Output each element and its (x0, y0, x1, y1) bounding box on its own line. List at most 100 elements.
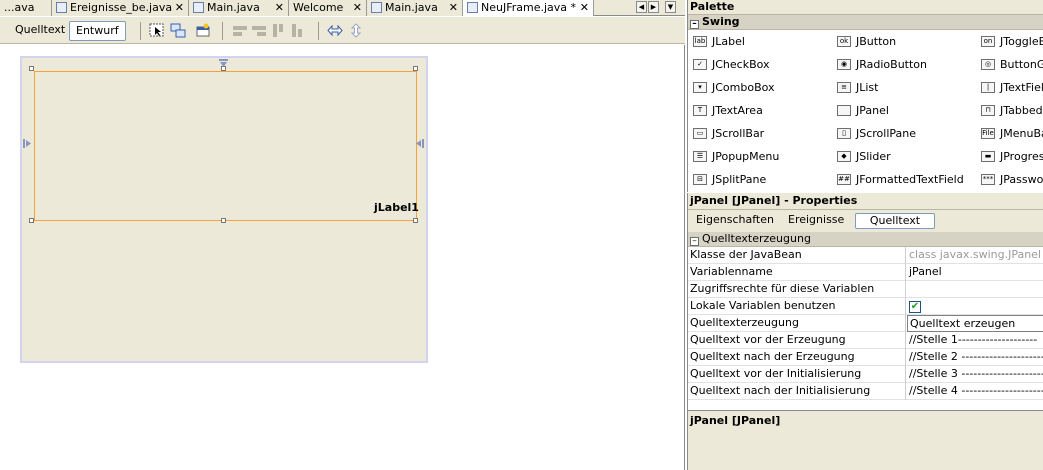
collapse-icon[interactable]: – (690, 237, 699, 246)
palette-category-swing[interactable]: – Swing (688, 15, 1043, 30)
palette-item[interactable]: ◆ JSlider (837, 147, 891, 167)
design-canvas[interactable]: jLabel1 (0, 45, 685, 470)
palette-item[interactable]: JPanel (837, 101, 889, 121)
resize-handle[interactable] (29, 66, 34, 71)
connection-mode-icon[interactable] (170, 23, 186, 38)
editor-tab-active[interactable]: NeuJFrame.java * ✕ (463, 0, 594, 16)
local-variables-checkbox[interactable]: ✔ (909, 301, 921, 313)
property-row[interactable]: Variablenname jPanel (688, 264, 1043, 281)
scroll-right-icon[interactable]: ▶ (648, 1, 659, 13)
resize-vertical-icon[interactable] (348, 23, 364, 38)
close-icon[interactable]: ✕ (353, 0, 362, 15)
property-row[interactable]: Lokale Variablen benutzen ✔ (688, 298, 1043, 315)
palette-item[interactable]: ◉ JRadioButton (837, 55, 927, 75)
property-section-header[interactable]: – Quelltexterzeugung (688, 232, 1043, 247)
palette-item[interactable]: ▭ JScrollBar (693, 124, 764, 144)
palette-item[interactable]: ☰ JPopupMenu (693, 147, 779, 167)
resize-handle[interactable] (413, 66, 418, 71)
property-row[interactable]: Klasse der JavaBean class javax.swing.JPa… (688, 247, 1043, 264)
palette-item[interactable]: ≡ JList (837, 78, 878, 98)
palette-item[interactable]: ▾ JComboBox (693, 78, 775, 98)
tab-quelltext[interactable]: Quelltext (855, 213, 935, 229)
align-right-icon[interactable] (251, 23, 267, 38)
anchor-right-icon[interactable] (415, 139, 424, 148)
text-area-icon: T (693, 105, 707, 116)
palette-item[interactable]: ⊓ JTabbedPane (981, 101, 1043, 121)
palette-item[interactable]: T JTextArea (693, 101, 763, 121)
property-row[interactable]: Quelltext nach der Initialisierung//Stel… (688, 383, 1043, 400)
anchor-left-icon[interactable] (23, 139, 32, 148)
property-value[interactable]: //Stelle 2 ---------------------ja (907, 349, 1043, 366)
palette-item[interactable]: | JTextField (981, 78, 1043, 98)
close-icon[interactable]: ✕ (275, 0, 284, 15)
property-row[interactable]: Quelltext nach der Erzeugung//Stelle 2 -… (688, 349, 1043, 366)
palette-item-label: JButton (856, 35, 897, 48)
toolbar-separator (140, 22, 141, 40)
palette-item-label: JProgressBar (1000, 150, 1043, 163)
code-generation-dropdown[interactable]: Quelltext erzeugen (907, 315, 1043, 332)
tab-eigenschaften[interactable]: Eigenschaften (690, 213, 780, 229)
design-toggle-button[interactable]: Entwurf (69, 21, 126, 41)
label-icon: lab (693, 36, 707, 47)
property-row[interactable]: Quelltext vor der Initialisierung//Stell… (688, 366, 1043, 383)
palette-item[interactable]: ## JFormattedTextField (837, 170, 964, 190)
property-row[interactable]: Zugriffsrechte für diese Variablen (688, 281, 1043, 298)
property-value[interactable]: jPanel (907, 264, 1043, 281)
editor-tab[interactable]: ...ava (0, 0, 52, 16)
tab-label: Main.java (207, 1, 260, 14)
palette-item[interactable]: ⊟ JSplitPane (693, 170, 766, 190)
property-row[interactable]: Quelltexterzeugung Quelltext erzeugen (688, 315, 1043, 332)
tab-list-dropdown-icon[interactable]: ▼ (665, 1, 676, 13)
property-value[interactable]: //Stelle 4 --------------------- (907, 383, 1043, 400)
align-left-icon[interactable] (232, 23, 248, 38)
palette-item[interactable]: ▬ JProgressBar (981, 147, 1043, 167)
palette-item[interactable]: ok JButton (837, 32, 896, 52)
property-row[interactable]: Quelltext vor der Erzeugung//Stelle 1---… (688, 332, 1043, 349)
toggle-button-icon: on (981, 36, 995, 47)
editor-tab[interactable]: Main.java ✕ (189, 0, 289, 16)
scroll-left-icon[interactable]: ◀ (636, 1, 647, 13)
property-name: Lokale Variablen benutzen (690, 298, 906, 315)
close-icon[interactable]: ✕ (449, 0, 458, 15)
close-icon[interactable]: ✕ (580, 0, 589, 15)
editor-tab[interactable]: Main.java ✕ (367, 0, 463, 16)
align-bottom-icon[interactable] (290, 23, 306, 38)
palette-item[interactable]: ▯ JScrollPane (837, 124, 916, 144)
selection-mode-icon[interactable] (149, 23, 165, 38)
jpanel-selected[interactable] (34, 71, 417, 221)
palette-item-label: JScrollBar (712, 127, 765, 140)
preview-design-icon[interactable] (195, 23, 211, 38)
source-toggle-button[interactable]: Quelltext (9, 21, 71, 41)
button-group-icon: ◎ (981, 59, 995, 70)
close-icon[interactable]: ✕ (175, 0, 184, 15)
resize-handle[interactable] (221, 218, 226, 223)
property-value[interactable]: //Stelle 1-------------------- (907, 332, 1043, 349)
panel-icon (837, 105, 851, 116)
editor-tab[interactable]: Ereignisse_be.java ✕ (52, 0, 189, 16)
scroll-pane-icon: ▯ (837, 128, 851, 139)
progress-bar-icon: ▬ (981, 151, 995, 162)
palette-item[interactable]: File JMenuBar (981, 124, 1043, 144)
tab-ereignisse[interactable]: Ereignisse (782, 213, 850, 229)
jlabel1-component[interactable]: jLabel1 (374, 201, 419, 214)
collapse-icon[interactable]: – (690, 20, 699, 29)
palette-item[interactable]: ✓ JCheckBox (693, 55, 770, 75)
tabbed-pane-icon: ⊓ (981, 105, 995, 116)
palette-item[interactable]: *** JPasswordField (981, 170, 1043, 190)
property-value[interactable] (907, 281, 1043, 298)
resize-handle[interactable] (413, 218, 418, 223)
palette-item[interactable]: lab JLabel (693, 32, 745, 52)
anchor-top-icon[interactable] (219, 59, 228, 68)
text-field-icon: | (981, 82, 995, 93)
jframe-form[interactable]: jLabel1 (20, 56, 428, 363)
palette-item-label: JScrollPane (856, 127, 917, 140)
palette-item[interactable]: on JToggleButton (981, 32, 1043, 52)
palette-item[interactable]: ◎ ButtonGroup (981, 55, 1043, 75)
editor-tab-bar: ...ava Ereignisse_be.java ✕ Main.java ✕ We… (0, 0, 685, 16)
resize-handle[interactable] (29, 218, 34, 223)
property-value[interactable]: //Stelle 3 --------------------- (907, 366, 1043, 383)
editor-tab[interactable]: Welcome ✕ (289, 0, 367, 16)
align-top-icon[interactable] (271, 23, 287, 38)
java-file-icon (467, 2, 478, 13)
resize-horizontal-icon[interactable] (327, 23, 343, 38)
